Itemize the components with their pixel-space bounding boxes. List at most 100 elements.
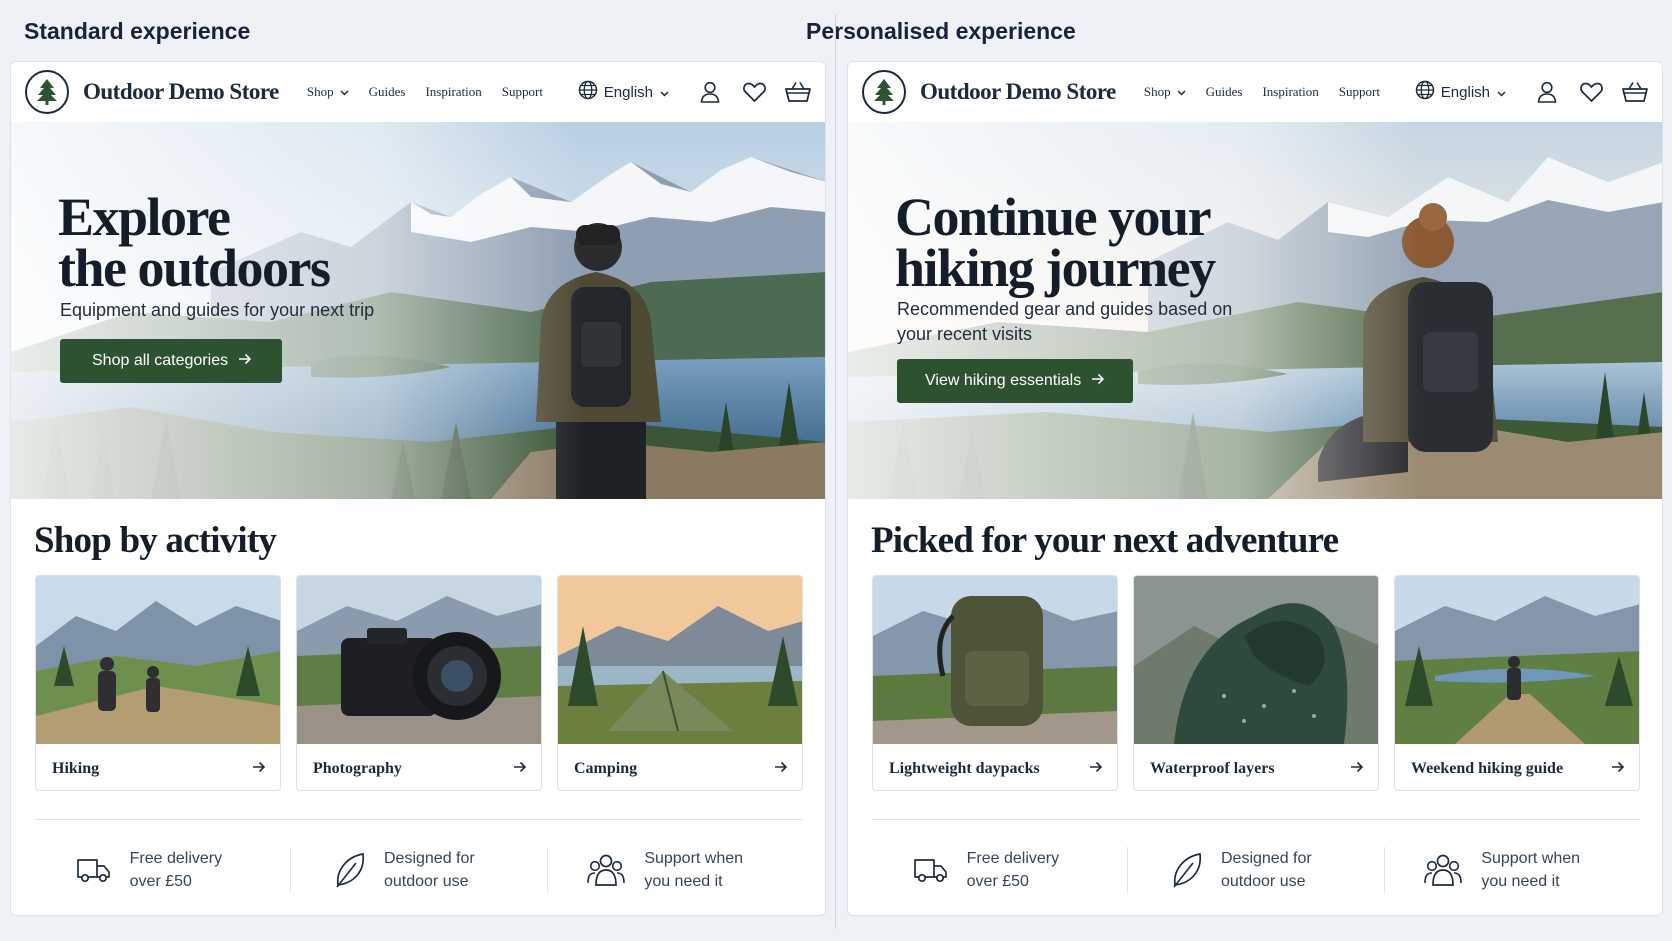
hero-title-line-2: hiking journey [895,238,1216,298]
card-label: Camping [574,760,638,777]
hero-subtitle-line-2: your recent visits [897,324,1033,344]
arrow-right-icon [1611,760,1625,778]
feature-line-2: over £50 [966,873,1029,890]
card-label: Hiking [52,760,100,777]
hiking-image [36,576,280,744]
nav-support[interactable]: Support [1339,84,1380,100]
language-selector[interactable]: English [578,80,675,104]
card-photography[interactable]: Photography [296,575,542,791]
arrow-right-icon [1091,372,1105,390]
feature-line-2: outdoor use [383,873,469,890]
arrow-right-icon [238,352,252,370]
photography-image [297,576,541,744]
feature-line-2: you need it [1481,873,1560,890]
arrow-right-icon [1089,760,1103,778]
language-selector[interactable]: English [1415,80,1512,104]
hero-title-line-1: Continue your [895,187,1212,247]
card-hiking[interactable]: Hiking [35,575,281,791]
feature-line-1: Support when [644,850,744,867]
chevron-down-icon [660,84,675,101]
arrow-right-icon [252,760,266,778]
card-label: Waterproof layers [1150,760,1275,777]
globe-icon [1415,80,1441,104]
card-lightweight-daypacks[interactable]: Lightweight daypacks [872,575,1118,791]
hero-subtitle: Recommended gear and guides based on you… [897,297,1232,347]
store-name[interactable]: Outdoor Demo Store [920,79,1116,105]
account-icon[interactable] [697,79,723,105]
wishlist-heart-icon[interactable] [1578,79,1604,105]
account-icon[interactable] [1534,79,1560,105]
site-header: Outdoor Demo Store Shop Guides Inspirati… [11,62,825,122]
camping-image [558,576,802,744]
card-waterproof-layers[interactable]: Waterproof layers [1133,575,1379,791]
shop-all-categories-button[interactable]: Shop all categories [60,339,283,383]
section-title: Shop by activity [34,520,277,561]
feature-free-delivery: Free delivery over £50 [35,847,290,893]
feature-line-2: over £50 [129,873,192,890]
feature-designed-outdoor: Designed for outdoor use [1127,847,1383,893]
button-label: Shop all categories [92,352,229,369]
leaf-icon [1171,851,1203,889]
hero-title-line-2: the outdoors [58,238,331,298]
card-camping[interactable]: Camping [557,575,803,791]
feature-free-delivery: Free delivery over £50 [872,847,1127,893]
store-name[interactable]: Outdoor Demo Store [83,79,279,105]
language-label: English [1440,83,1490,101]
nav-support[interactable]: Support [502,84,543,100]
globe-icon [578,80,604,104]
site-header: Outdoor Demo Store Shop Guides Inspirati… [848,62,1662,122]
hero-subtitle-line-1: Recommended gear and guides based on [897,299,1233,319]
feature-line-1: Designed for [1220,850,1312,867]
feature-line-2: outdoor use [1220,873,1306,890]
weekend-hike-image [1395,576,1639,744]
view-hiking-essentials-button[interactable]: View hiking essentials [897,359,1134,403]
feature-strip: Free delivery over £50 Designed for outdoo… [35,840,803,900]
nav-shop-label: Shop [1143,84,1171,99]
chevron-down-icon [1497,84,1512,101]
features-divider [35,819,803,820]
features-divider [872,819,1640,820]
chevron-down-icon [340,84,349,100]
nav-inspiration[interactable]: Inspiration [1262,84,1318,100]
hero-subtitle: Equipment and guides for your next trip [60,300,375,320]
card-weekend-hiking-guide[interactable]: Weekend hiking guide [1394,575,1640,791]
people-icon [1423,853,1463,887]
tree-logo-icon[interactable] [862,70,906,114]
personalised-store-page: Outdoor Demo Store Shop Guides Inspirati… [847,61,1663,916]
feature-support: Support when you need it [1383,847,1640,893]
feature-line-1: Free delivery [129,850,223,867]
hero-banner: Explore the outdoors Equipment and guide… [11,122,825,499]
wishlist-heart-icon[interactable] [741,79,767,105]
recommended-cards: Lightweight daypacks Waterproof layers W… [872,575,1640,791]
waterproof-jacket-image [1134,576,1378,744]
activity-cards: Hiking Photography Camping [35,575,803,791]
column-divider [835,14,836,929]
nav-shop[interactable]: Shop [307,84,349,100]
tree-logo-icon[interactable] [25,70,69,114]
main-nav: Shop Guides Inspiration Support [307,84,563,100]
basket-icon[interactable] [785,79,811,105]
leaf-icon [334,851,366,889]
hero-title: Continue your hiking journey [895,187,1216,298]
nav-inspiration[interactable]: Inspiration [425,84,481,100]
arrow-right-icon [1350,760,1364,778]
feature-line-1: Support when [1481,850,1581,867]
main-nav: Shop Guides Inspiration Support [1144,84,1400,100]
hero-title-line-1: Explore [58,187,231,247]
nav-shop-label: Shop [306,84,334,99]
card-label: Photography [313,760,402,777]
daypack-image [873,576,1117,744]
language-label: English [603,83,653,101]
feature-strip: Free delivery over £50 Designed for outdoo… [872,840,1640,900]
feature-designed-outdoor: Designed for outdoor use [290,847,546,893]
nav-guides[interactable]: Guides [1206,84,1243,100]
truck-icon [76,856,112,884]
hero-title: Explore the outdoors [58,187,331,298]
nav-shop[interactable]: Shop [1144,84,1186,100]
chevron-down-icon [1177,84,1186,100]
arrow-right-icon [774,760,788,778]
basket-icon[interactable] [1622,79,1648,105]
button-label: View hiking essentials [925,372,1082,389]
card-label: Lightweight daypacks [889,760,1040,777]
nav-guides[interactable]: Guides [369,84,406,100]
